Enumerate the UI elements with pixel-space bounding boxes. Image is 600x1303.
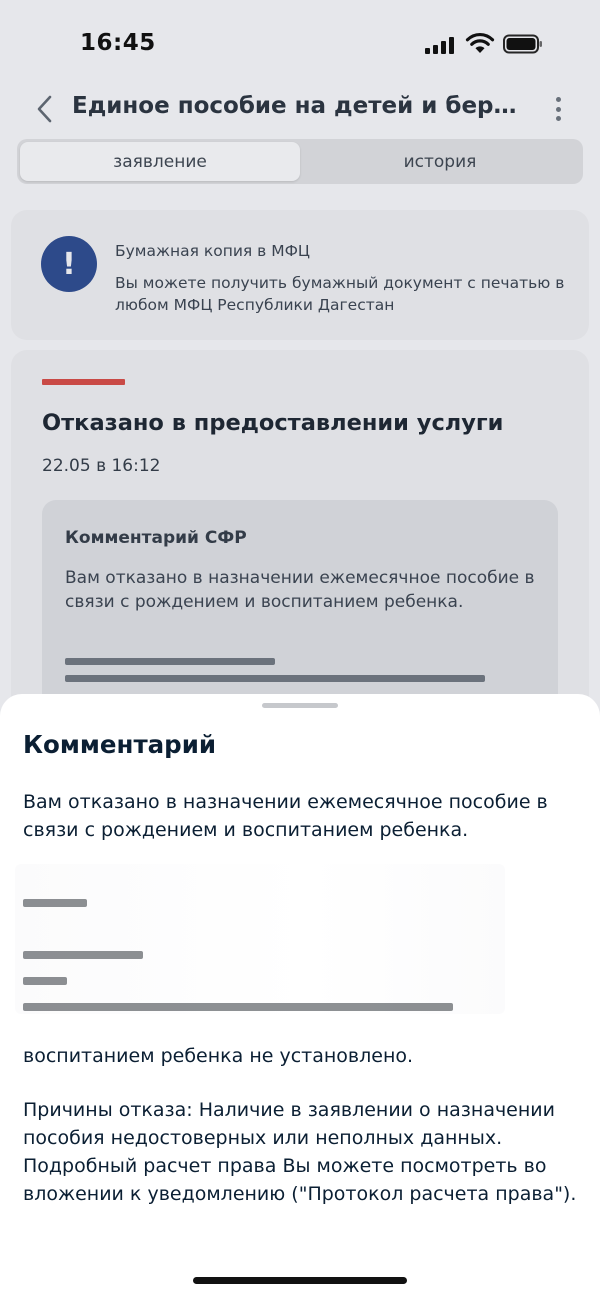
home-indicator[interactable] bbox=[193, 1277, 407, 1284]
sheet-paragraph-1: Вам отказано в назначении ежемесячное по… bbox=[23, 791, 548, 841]
sheet-grabber[interactable] bbox=[262, 703, 338, 708]
cellular-signal-icon bbox=[425, 36, 457, 54]
sheet-obscured-text bbox=[23, 899, 563, 1011]
back-button[interactable] bbox=[30, 92, 58, 126]
info-card-mfc[interactable]: ! Бумажная копия в МФЦ Вы можете получит… bbox=[11, 210, 589, 340]
nav-header: Единое пособие на детей и беременных bbox=[0, 88, 600, 132]
wifi-icon bbox=[465, 32, 495, 53]
segmented-tabs: заявление история bbox=[17, 139, 583, 184]
more-options-button[interactable] bbox=[548, 94, 568, 124]
tab-application[interactable]: заявление bbox=[20, 142, 300, 181]
status-heading: Отказано в предоставлении услуги bbox=[42, 410, 504, 436]
page-title: Единое пособие на детей и беременных bbox=[72, 93, 527, 119]
info-title: Бумажная копия в МФЦ bbox=[115, 242, 310, 260]
status-card: Отказано в предоставлении услуги 22.05 в… bbox=[11, 350, 589, 750]
comment-body: Вам отказано в назначении ежемесячное по… bbox=[65, 568, 535, 612]
exclamation-icon: ! bbox=[41, 236, 97, 292]
info-text: Вы можете получить бумажный документ с п… bbox=[115, 274, 565, 314]
comment-sheet: Комментарий Вам отказано в назначении еж… bbox=[0, 694, 600, 1303]
comment-title: Комментарий СФР bbox=[65, 528, 247, 548]
status-indicator-bar bbox=[42, 379, 125, 385]
sheet-title: Комментарий bbox=[23, 730, 217, 759]
battery-icon bbox=[503, 34, 542, 54]
chevron-left-icon bbox=[37, 95, 52, 123]
tab-history[interactable]: история bbox=[300, 142, 580, 181]
sheet-paragraph-3: Причины отказа: Наличие в заявлении о на… bbox=[23, 1099, 577, 1205]
status-date: 22.05 в 16:12 bbox=[42, 456, 161, 476]
status-bar: 16:45 bbox=[0, 0, 600, 88]
sheet-paragraph-2: воспитанием ребенка не установлено. bbox=[23, 1045, 414, 1067]
more-vertical-icon bbox=[555, 97, 561, 102]
status-time: 16:45 bbox=[80, 30, 156, 56]
